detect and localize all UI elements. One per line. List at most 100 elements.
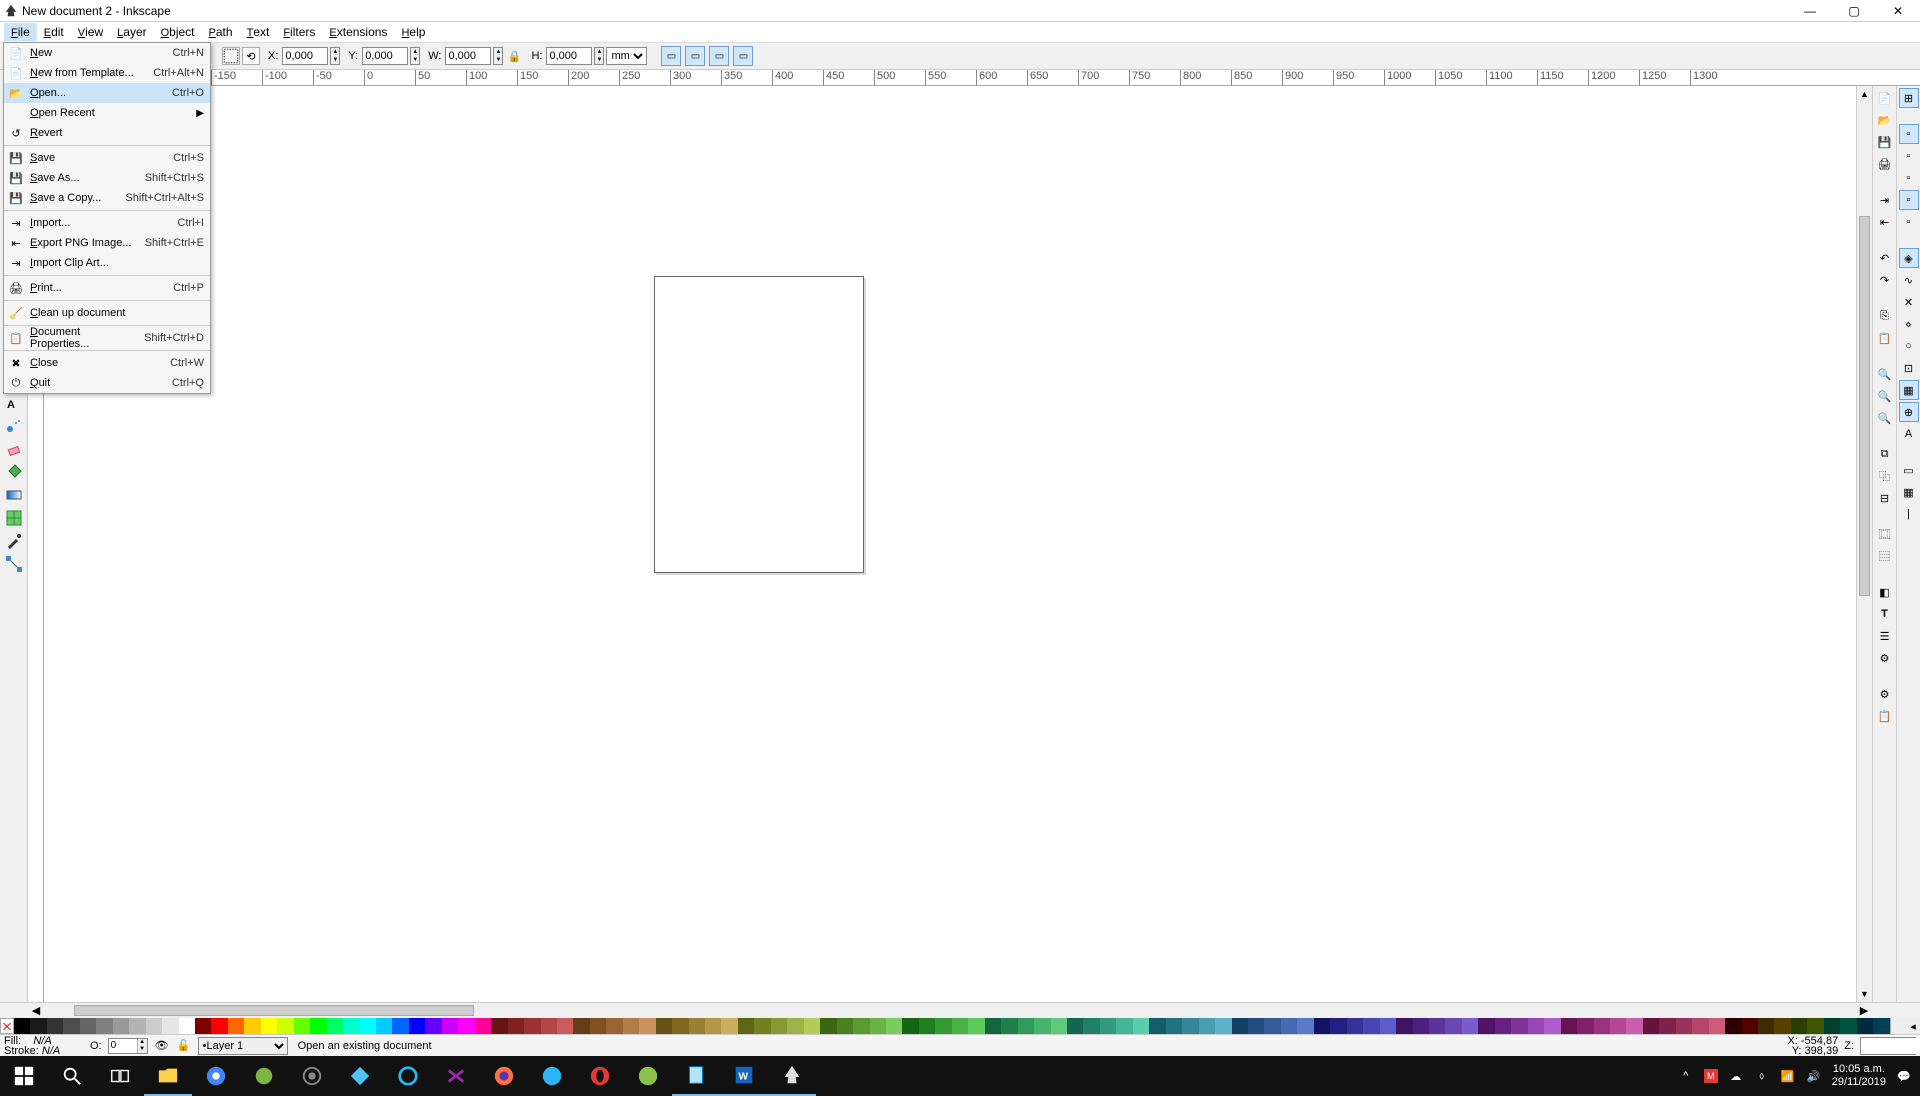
- taskbar-chrome[interactable]: [192, 1056, 240, 1096]
- snap-edge-icon[interactable]: ▫: [1899, 146, 1919, 166]
- tool-text[interactable]: A: [2, 392, 26, 414]
- file-menu-document-properties[interactable]: 📋Document Properties...Shift+Ctrl+D: [4, 328, 210, 348]
- color-swatch[interactable]: [1544, 1018, 1560, 1034]
- zoom-drawing-icon[interactable]: 🔍: [1875, 386, 1895, 406]
- color-swatch[interactable]: [1182, 1018, 1198, 1034]
- tool-mesh[interactable]: [2, 507, 26, 529]
- color-swatch[interactable]: [541, 1018, 557, 1034]
- file-menu-import[interactable]: ⇥Import...Ctrl+I: [4, 213, 210, 233]
- taskbar-inkscape[interactable]: [768, 1056, 816, 1096]
- snap-rotation-icon[interactable]: ⊕: [1899, 402, 1919, 422]
- color-swatch[interactable]: [1791, 1018, 1807, 1034]
- color-swatch[interactable]: [1264, 1018, 1280, 1034]
- color-swatch[interactable]: [1561, 1018, 1577, 1034]
- snap-node-icon[interactable]: ◈: [1899, 248, 1919, 268]
- color-swatch[interactable]: [1347, 1018, 1363, 1034]
- x-spinner[interactable]: ▲▼: [330, 47, 340, 65]
- color-swatch[interactable]: [14, 1018, 30, 1034]
- color-swatch[interactable]: [96, 1018, 112, 1034]
- color-swatch[interactable]: [228, 1018, 244, 1034]
- tool-connector[interactable]: [2, 553, 26, 575]
- docprops-icon[interactable]: 📋: [1875, 706, 1895, 726]
- menu-file[interactable]: File: [4, 23, 37, 41]
- color-swatch[interactable]: [1577, 1018, 1593, 1034]
- color-swatch[interactable]: [1528, 1018, 1544, 1034]
- color-swatch[interactable]: [771, 1018, 787, 1034]
- w-input[interactable]: [445, 47, 491, 65]
- affect-1-button[interactable]: ▭: [661, 46, 681, 66]
- redo-icon[interactable]: ↷: [1875, 270, 1895, 290]
- color-swatch[interactable]: [557, 1018, 573, 1034]
- menu-layer[interactable]: Layer: [110, 23, 153, 41]
- color-swatch[interactable]: [590, 1018, 606, 1034]
- color-swatch[interactable]: [162, 1018, 178, 1034]
- layer-select[interactable]: •Layer 1: [198, 1037, 288, 1055]
- color-swatch[interactable]: [1495, 1018, 1511, 1034]
- unlink-icon[interactable]: ⊟: [1875, 488, 1895, 508]
- color-swatch[interactable]: [1034, 1018, 1050, 1034]
- canvas[interactable]: [44, 86, 1856, 1002]
- xml-icon[interactable]: ⚙: [1875, 648, 1895, 668]
- color-swatch[interactable]: [820, 1018, 836, 1034]
- snap-guide-icon[interactable]: |: [1899, 504, 1919, 524]
- color-swatch[interactable]: [1199, 1018, 1215, 1034]
- color-swatch[interactable]: [1001, 1018, 1017, 1034]
- color-swatch[interactable]: [1083, 1018, 1099, 1034]
- opacity-input[interactable]: ▲▼: [108, 1038, 148, 1054]
- select-all-button[interactable]: [222, 47, 240, 65]
- taskbar-explorer[interactable]: [144, 1056, 192, 1096]
- snap-midpoint-icon[interactable]: ▫: [1899, 190, 1919, 210]
- color-swatch[interactable]: [689, 1018, 705, 1034]
- file-menu-import-clip-art[interactable]: ⇥Import Clip Art...: [4, 253, 210, 273]
- palette-menu-icon[interactable]: ◂: [1906, 1018, 1920, 1034]
- prefs-icon[interactable]: ⚙: [1875, 684, 1895, 704]
- color-swatch[interactable]: [623, 1018, 639, 1034]
- layer-lock-icon[interactable]: 🔓: [176, 1038, 192, 1054]
- color-swatch[interactable]: [179, 1018, 195, 1034]
- y-input[interactable]: [362, 47, 408, 65]
- color-swatch[interactable]: [310, 1018, 326, 1034]
- color-swatch[interactable]: [211, 1018, 227, 1034]
- color-swatch[interactable]: [1824, 1018, 1840, 1034]
- file-menu-close[interactable]: ✖CloseCtrl+W: [4, 353, 210, 373]
- tray-app-icon[interactable]: M: [1704, 1069, 1718, 1083]
- color-swatch[interactable]: [1380, 1018, 1396, 1034]
- clone-icon[interactable]: ⿻: [1875, 466, 1895, 486]
- taskbar-app-4[interactable]: [384, 1056, 432, 1096]
- layer-visibility-icon[interactable]: 👁: [154, 1038, 170, 1054]
- color-swatch[interactable]: [1232, 1018, 1248, 1034]
- taskbar-edge[interactable]: [528, 1056, 576, 1096]
- snap-cusp-icon[interactable]: ⋄: [1899, 314, 1919, 334]
- search-button[interactable]: [48, 1056, 96, 1096]
- color-swatch[interactable]: [738, 1018, 754, 1034]
- color-swatch[interactable]: [1413, 1018, 1429, 1034]
- color-swatch[interactable]: [968, 1018, 984, 1034]
- unit-select[interactable]: mm: [606, 47, 647, 65]
- snap-line-mid-icon[interactable]: ⊡: [1899, 358, 1919, 378]
- save-doc-icon[interactable]: 💾: [1875, 132, 1895, 152]
- color-swatch[interactable]: [1709, 1018, 1725, 1034]
- color-swatch[interactable]: [787, 1018, 803, 1034]
- tray-notifications-icon[interactable]: 💬: [1896, 1068, 1912, 1084]
- horizontal-scrollbar[interactable]: ◀ ▶: [0, 1002, 1920, 1018]
- color-swatch[interactable]: [277, 1018, 293, 1034]
- color-swatch[interactable]: [935, 1018, 951, 1034]
- menu-help[interactable]: Help: [394, 23, 432, 41]
- color-swatch[interactable]: [1873, 1018, 1889, 1034]
- h-spinner[interactable]: ▲▼: [594, 47, 604, 65]
- color-swatch[interactable]: [294, 1018, 310, 1034]
- color-swatch[interactable]: [113, 1018, 129, 1034]
- color-swatch[interactable]: [1840, 1018, 1856, 1034]
- color-swatch[interactable]: [1396, 1018, 1412, 1034]
- color-swatch[interactable]: [1297, 1018, 1313, 1034]
- menu-text[interactable]: Text: [240, 23, 277, 41]
- group-icon[interactable]: ⿴: [1875, 524, 1895, 544]
- color-swatch[interactable]: [1610, 1018, 1626, 1034]
- close-button[interactable]: ✕: [1876, 0, 1920, 22]
- color-swatch[interactable]: [1133, 1018, 1149, 1034]
- start-button[interactable]: [0, 1056, 48, 1096]
- w-spinner[interactable]: ▲▼: [493, 47, 503, 65]
- color-swatch[interactable]: [442, 1018, 458, 1034]
- export-icon[interactable]: ⇤: [1875, 212, 1895, 232]
- color-swatch[interactable]: [1215, 1018, 1231, 1034]
